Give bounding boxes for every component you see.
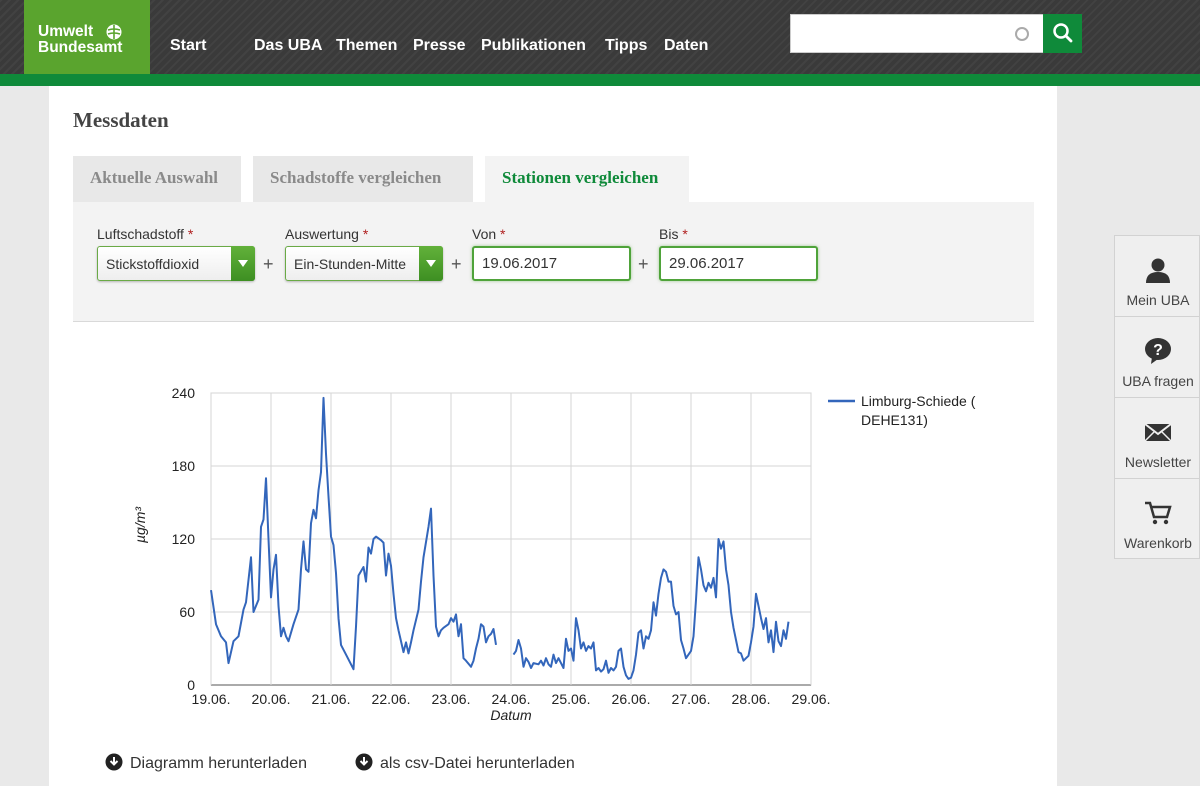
search-button[interactable] [1043, 14, 1082, 53]
legend[interactable]: Limburg-Schiede (DEHE131) [828, 393, 976, 428]
nav-publikationen[interactable]: Publikationen [481, 37, 586, 55]
svg-text:?: ? [1153, 342, 1163, 359]
evaluation-value: Ein-Stunden-Mitte [294, 256, 407, 272]
nav-presse[interactable]: Presse [413, 37, 466, 55]
nav-themen[interactable]: Themen [336, 37, 397, 55]
envelope-icon [1144, 423, 1172, 442]
y-axis-label: µg/m³ [132, 507, 148, 543]
plus-separator: + [263, 254, 274, 274]
logo-line-2: Bundesamt [38, 39, 123, 56]
sidebar-item-uba-fragen[interactable]: ? UBA fragen [1114, 316, 1200, 397]
sidebar-item-warenkorb[interactable]: Warenkorb [1114, 478, 1200, 559]
uba-logo[interactable]: Umwelt Bundesamt [24, 0, 150, 74]
plus-separator: + [451, 254, 462, 274]
logo-leaf-icon [106, 24, 122, 40]
chart-grid [210, 392, 812, 686]
sidebar-item-label: UBA fragen [1122, 373, 1194, 389]
from-date-field[interactable] [472, 246, 631, 281]
logo-line-1: Umwelt [38, 23, 94, 40]
x-axis-label: Datum [490, 707, 532, 723]
x-tick-label: 22.06. [372, 691, 411, 707]
cart-icon [1145, 501, 1172, 525]
sidebar-item-label: Newsletter [1124, 454, 1192, 470]
download-csv-label: als csv-Datei herunterladen [380, 755, 575, 772]
download-chart-label: Diagramm herunterladen [130, 755, 307, 772]
sidebar-item-label: Warenkorb [1124, 535, 1192, 551]
clear-circle-icon[interactable] [1015, 27, 1029, 41]
x-tick-label: 26.06. [612, 691, 651, 707]
download-icon [355, 753, 373, 771]
evaluation-label: Auswertung * [285, 226, 369, 242]
from-date-input[interactable] [474, 248, 614, 279]
x-axis-ticks: 19.06. 20.06. 21.06. 22.06. 23.06. 24.06. 25.0… [192, 691, 831, 707]
to-date-label: Bis * [659, 226, 688, 242]
x-tick-label: 25.06. [552, 691, 591, 707]
x-tick-label: 20.06. [252, 691, 291, 707]
y-tick-label: 120 [172, 531, 196, 547]
y-tick-label: 60 [179, 604, 195, 620]
nav-daten[interactable]: Daten [664, 37, 708, 55]
from-date-label: Von * [472, 226, 506, 242]
line-chart: 060120180240 19.06. 20.06. 21.06. 22.06. 23.… [132, 385, 976, 723]
filter-panel: Luftschadstoff * Stickstoffdioxid + Ausw… [73, 202, 1034, 322]
tab-stationen-vergleichen[interactable]: Stationen vergleichen [485, 156, 689, 202]
content-card: Messdaten Aktuelle Auswahl Schadstoffe v… [49, 86, 1057, 786]
sidebar-item-label: Mein UBA [1126, 292, 1190, 308]
to-date-input[interactable] [661, 248, 801, 279]
download-csv-link[interactable]: als csv-Datei herunterladen [355, 753, 575, 773]
tab-aktuelle-auswahl[interactable]: Aktuelle Auswahl [73, 156, 241, 202]
y-axis-ticks: 060120180240 [172, 385, 196, 693]
pollutant-label: Luftschadstoff * [97, 226, 194, 242]
search-input[interactable] [791, 15, 1001, 52]
x-tick-label: 21.06. [312, 691, 351, 707]
header-green-stripe [0, 74, 1200, 86]
plus-separator: + [638, 254, 649, 274]
measurement-chart: 0 60 120 180 240 19.06. 20.06. 21.06. 22.06. 23.… [49, 322, 1057, 742]
page-title: Messdaten [73, 108, 169, 132]
x-tick-label: 23.06. [432, 691, 471, 707]
magnifier-icon [1053, 23, 1073, 43]
to-date-field[interactable] [659, 246, 818, 281]
sidebar-item-mein-uba[interactable]: Mein UBA [1114, 235, 1200, 316]
x-tick-label: 19.06. [192, 691, 231, 707]
y-tick-label: 180 [172, 458, 196, 474]
user-icon [1146, 258, 1170, 283]
search-field[interactable] [790, 14, 1044, 53]
x-tick-label: 24.06. [492, 691, 531, 707]
x-tick-label: 29.06. [792, 691, 831, 707]
download-chart-link[interactable]: Diagramm herunterladen [105, 753, 307, 773]
tab-schadstoffe-vergleichen[interactable]: Schadstoffe vergleichen [253, 156, 473, 202]
download-icon [105, 753, 123, 771]
chevron-down-icon [419, 246, 443, 281]
question-bubble-icon: ? [1145, 338, 1171, 364]
evaluation-select[interactable]: Ein-Stunden-Mitte [285, 246, 443, 281]
sidebar-item-newsletter[interactable]: Newsletter [1114, 397, 1200, 478]
x-tick-label: 28.06. [732, 691, 771, 707]
x-tick-label: 27.06. [672, 691, 711, 707]
pollutant-select[interactable]: Stickstoffdioxid [97, 246, 255, 281]
service-sidebar: Mein UBA ? UBA fragen Newsletter Warenko… [1114, 235, 1200, 559]
nav-start[interactable]: Start [170, 37, 206, 55]
pollutant-value: Stickstoffdioxid [106, 256, 200, 272]
chevron-down-icon [231, 246, 255, 281]
y-tick-label: 240 [172, 385, 196, 401]
nav-tipps[interactable]: Tipps [605, 37, 647, 55]
nav-das-uba[interactable]: Das UBA [254, 37, 322, 55]
legend-label: Limburg-Schiede (DEHE131) [861, 393, 976, 428]
